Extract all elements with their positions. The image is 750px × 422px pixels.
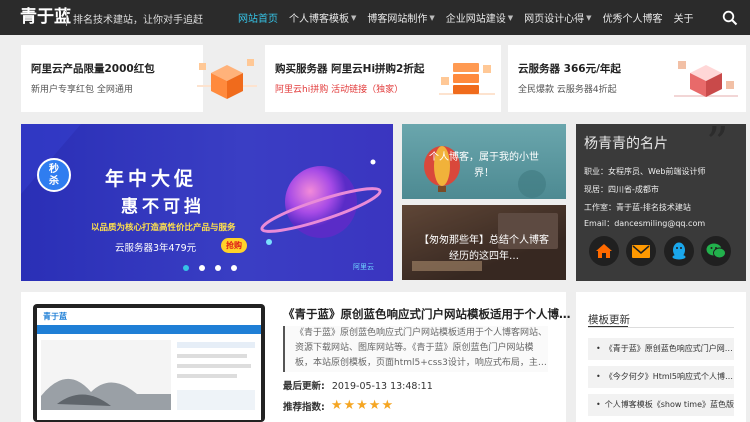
ad-card-aliyun-redpacket[interactable]: 阿里云产品限量2000红包 新用户专享红包 全网通用: [21, 45, 257, 112]
profile-email: Email：dancesmiling@qq.com: [584, 219, 706, 228]
profile-location: 现居：四川省-成都市: [584, 185, 659, 194]
bullet-icon: •: [596, 344, 601, 353]
nav-item-label: 企业网站建设: [445, 14, 506, 25]
update-list-item-label: 个人博客模板《show time》蓝色版: [604, 400, 734, 409]
quote-mark-decoration: ”: [706, 124, 729, 164]
ad-card-cloud-server[interactable]: 云服务器 366元/年起 全民爆款 云服务器4折起: [508, 45, 746, 112]
logo-divider: [66, 8, 67, 26]
rating-label: 推荐指数:: [283, 401, 325, 413]
update-list-item-label: 《青于蓝》原创蓝色响应式门户网…: [604, 344, 733, 353]
star-icon: ★: [343, 398, 357, 413]
grab-tag: 抢购: [221, 238, 247, 253]
nav-item-label: 博客网站制作: [367, 14, 428, 25]
update-list-item[interactable]: • 个人博客模板《show time》蓝色版: [588, 394, 734, 416]
rating-stars: ★★★★★: [331, 398, 394, 413]
ad-title: 云服务器 366元/年起: [518, 63, 621, 75]
nav-item-3[interactable]: 企业网站建设 ▼: [445, 10, 514, 26]
template-preview: 青于蓝: [37, 308, 261, 420]
main-nav: 网站首页 个人博客模板 ▼ 博客网站制作 ▼ 企业网站建设 ▼ 网页设计心得 ▼ 优秀个人博客 关于: [238, 0, 705, 35]
chevron-down-icon: ▼: [586, 13, 592, 22]
orange-servers-illustration: [439, 63, 495, 95]
article-card: 青于蓝 《青于蓝》原创蓝色响应式门户网站模板适用于个人博… 《青于蓝》原创蓝色响…: [21, 292, 571, 422]
star-icon: ★: [368, 398, 382, 413]
thumb-caption: 个人博客，属于我的小世界！: [429, 152, 539, 179]
banner-price-text: 云服务器3年479元: [115, 243, 197, 254]
promo-banner-slider[interactable]: 秒杀 年中大促 惠不可挡 以品质为核心打造高性价比产品与服务 云服务器3年479…: [21, 124, 393, 281]
thumb-personal-blog[interactable]: 个人博客，属于我的小世界！: [402, 124, 566, 199]
flash-sale-badge: 秒杀: [37, 158, 71, 192]
nav-item-0[interactable]: 网站首页: [238, 10, 278, 25]
banner-headline: 年中大促: [105, 168, 198, 190]
chevron-down-icon: ▼: [351, 13, 357, 22]
profile-studio: 工作室：青于蓝-排名技术建站: [584, 203, 691, 212]
ad-subtitle: 新用户专享红包 全网通用: [31, 85, 133, 95]
svg-text:”: ”: [706, 124, 729, 164]
banner-tagline: 以品质为核心打造高性价比产品与服务: [91, 223, 236, 233]
chevron-down-icon: ▼: [429, 13, 435, 22]
article-thumbnail[interactable]: 青于蓝: [33, 304, 265, 422]
article-title[interactable]: 《青于蓝》原创蓝色响应式门户网站模板适用于个人博…: [283, 306, 571, 322]
star-icon: ★: [330, 398, 344, 413]
ad-title: 阿里云产品限量2000红包: [31, 63, 155, 75]
star-icon: ★: [356, 398, 369, 413]
nav-item-2[interactable]: 博客网站制作 ▼: [367, 10, 435, 26]
preview-header: 青于蓝: [37, 308, 261, 328]
thumb-caption: 【匆匆那些年】总结个人博客经历的这四年…: [419, 235, 549, 262]
updated-value: 2019-05-13 13:48:11: [331, 381, 433, 392]
nav-item-label: 关于: [673, 14, 694, 25]
ad-subtitle: 阿里云hi拼购 活动链接（独家）: [275, 85, 404, 95]
preview-ink-landscape: [41, 340, 255, 410]
nav-item-label: 网页设计心得: [524, 14, 585, 25]
updated-row: 最后更新: 2019-05-13 13:48:11: [283, 378, 433, 392]
template-updates-panel: 模板更新 • 《青于蓝》原创蓝色响应式门户网… • 《今夕何夕》Html5响应式个人博…: [576, 292, 746, 422]
update-list-item[interactable]: • 《青于蓝》原创蓝色响应式门户网…: [588, 338, 734, 360]
updated-label: 最后更新:: [283, 381, 325, 392]
preview-brand: 青于蓝: [43, 312, 67, 321]
flash-sale-badge-text: 秒杀: [49, 164, 59, 187]
article-summary: 《青于蓝》原创蓝色响应式门户网站模板适用于个人博客网站、资源下载网站、图库网站等…: [283, 326, 548, 372]
slider-dot[interactable]: [215, 265, 221, 271]
update-list-item-label: 《今夕何夕》Html5响应式个人博…: [604, 372, 733, 381]
nav-item-label: 网站首页: [238, 14, 278, 25]
wechat-icon[interactable]: [701, 236, 731, 266]
top-navbar: 青于蓝 排名技术建站，让你对手追赶 网站首页 个人博客模板 ▼ 博客网站制作 ▼ 企业网站…: [0, 0, 750, 35]
qq-icon[interactable]: [664, 236, 694, 266]
nav-item-label: 优秀个人博客: [602, 14, 663, 25]
rating-row: 推荐指数: ★★★★★: [283, 398, 394, 413]
nav-item-label: 个人博客模板: [289, 14, 349, 25]
server-stack-illustration: [674, 61, 738, 97]
thumb-blog-years[interactable]: 【匆匆那些年】总结个人博客经历的这四年…: [402, 205, 566, 280]
aliyun-logo: 阿里云: [353, 263, 374, 271]
slider-dots: [183, 265, 237, 271]
panel-heading: 模板更新: [588, 314, 630, 326]
bullet-icon: •: [596, 372, 601, 381]
profile-title: 杨青青的名片: [584, 136, 668, 152]
update-list-item[interactable]: • 《今夕何夕》Html5响应式个人博…: [588, 366, 734, 388]
site-logo[interactable]: 青于蓝: [20, 6, 71, 28]
nav-item-5[interactable]: 优秀个人博客: [603, 10, 663, 25]
profile-occupation: 职业：女程序员、Web前端设计师: [584, 167, 706, 176]
orange-cubes-illustration: [197, 59, 257, 99]
bullet-icon: •: [596, 400, 601, 409]
search-icon[interactable]: [722, 10, 738, 26]
ad-card-aliyun-hi-pingou[interactable]: 购买服务器 阿里云Hi拼购2折起 阿里云hi拼购 活动链接（独家）: [265, 45, 501, 112]
star-icon: ★: [381, 398, 395, 413]
chevron-down-icon: ▼: [507, 13, 514, 22]
nav-item-4[interactable]: 网页设计心得 ▼: [524, 10, 592, 26]
slider-dot[interactable]: [199, 265, 205, 271]
banner-sub-headline: 惠不可挡: [121, 197, 205, 217]
ad-subtitle: 全民爆款 云服务器4折起: [518, 85, 617, 95]
home-icon[interactable]: [589, 236, 619, 266]
slider-dot[interactable]: [231, 265, 237, 271]
nav-item-1[interactable]: 个人博客模板 ▼: [289, 10, 357, 26]
nav-item-6[interactable]: 关于: [674, 10, 694, 25]
mail-icon[interactable]: [626, 236, 656, 266]
panel-divider: [588, 327, 734, 328]
update-list: • 《青于蓝》原创蓝色响应式门户网… • 《今夕何夕》Html5响应式个人博… • 个人博…: [588, 338, 734, 422]
ad-title: 购买服务器 阿里云Hi拼购2折起: [275, 63, 425, 75]
slider-dot[interactable]: [183, 265, 189, 271]
banner-decoration: [21, 124, 382, 245]
site-tagline: 排名技术建站，让你对手追赶: [73, 15, 203, 26]
